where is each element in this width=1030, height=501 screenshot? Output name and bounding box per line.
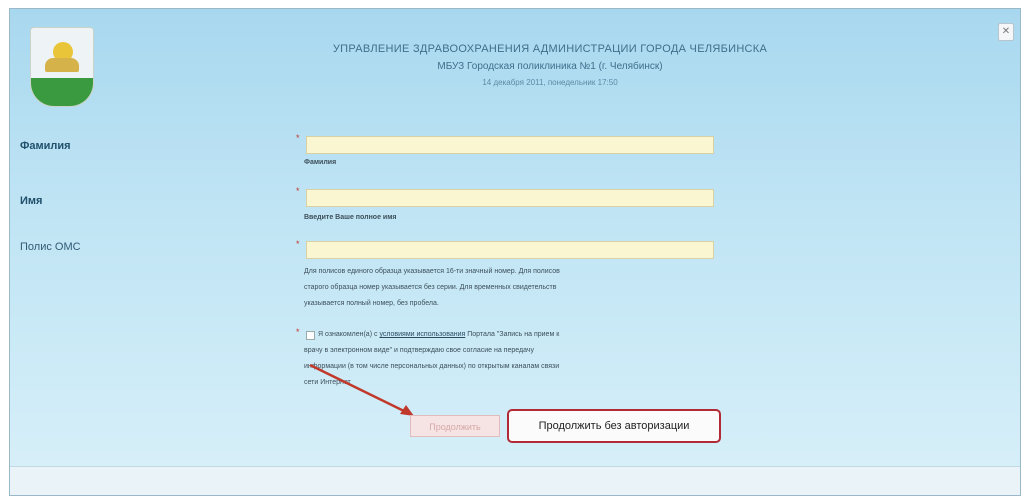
page-header: УПРАВЛЕНИЕ ЗДРАВООХРАНЕНИЯ АДМИНИСТРАЦИИ… [190, 43, 910, 87]
clinic-title: МБУЗ Городская поликлиника №1 (г. Челяби… [437, 61, 663, 72]
terms-link[interactable]: условиями использования [379, 331, 465, 338]
close-icon[interactable]: ✕ [998, 23, 1014, 41]
policy-hint-line: Для полисов единого образца указывается … [304, 268, 560, 275]
surname-label: Фамилия [20, 140, 71, 152]
surname-hint: Фамилия [304, 159, 337, 166]
agreement-suffix: Портала "Запись на прием к [467, 331, 560, 338]
required-mark: * [296, 133, 300, 143]
agreement-text: Я ознакомлен(а) с условиями использовани… [304, 327, 704, 391]
required-mark: * [296, 186, 300, 196]
city-emblem-logo [30, 27, 94, 107]
policy-input[interactable] [306, 241, 714, 259]
required-mark: * [296, 239, 300, 249]
name-label: Имя [20, 195, 43, 207]
agreement-prefix: Я ознакомлен(а) с [318, 331, 378, 338]
policy-hint-line: указывается полный номер, без пробела. [304, 300, 439, 307]
policy-hint-line: старого образца номер указывается без се… [304, 284, 557, 291]
agreement-line: врачу в электронном виде" и подтверждаю … [304, 347, 534, 354]
name-hint: Введите Ваше полное имя [304, 214, 397, 221]
agreement-line: сети Интернет [304, 379, 351, 386]
footer-bar [10, 466, 1020, 495]
continue-button[interactable]: Продолжить [410, 415, 500, 437]
policy-label: Полис ОМС [20, 241, 81, 253]
name-input[interactable] [306, 189, 714, 207]
date-time: 14 декабря 2011, понедельник 17:50 [482, 78, 618, 87]
surname-input[interactable] [306, 136, 714, 154]
agreement-line: информации (в том числе персональных дан… [304, 363, 560, 370]
page-frame: УПРАВЛЕНИЕ ЗДРАВООХРАНЕНИЯ АДМИНИСТРАЦИИ… [9, 8, 1021, 496]
continue-without-auth-button[interactable]: Продолжить без авторизации [507, 409, 721, 443]
required-mark: * [296, 327, 300, 337]
org-title: УПРАВЛЕНИЕ ЗДРАВООХРАНЕНИЯ АДМИНИСТРАЦИИ… [332, 43, 768, 55]
